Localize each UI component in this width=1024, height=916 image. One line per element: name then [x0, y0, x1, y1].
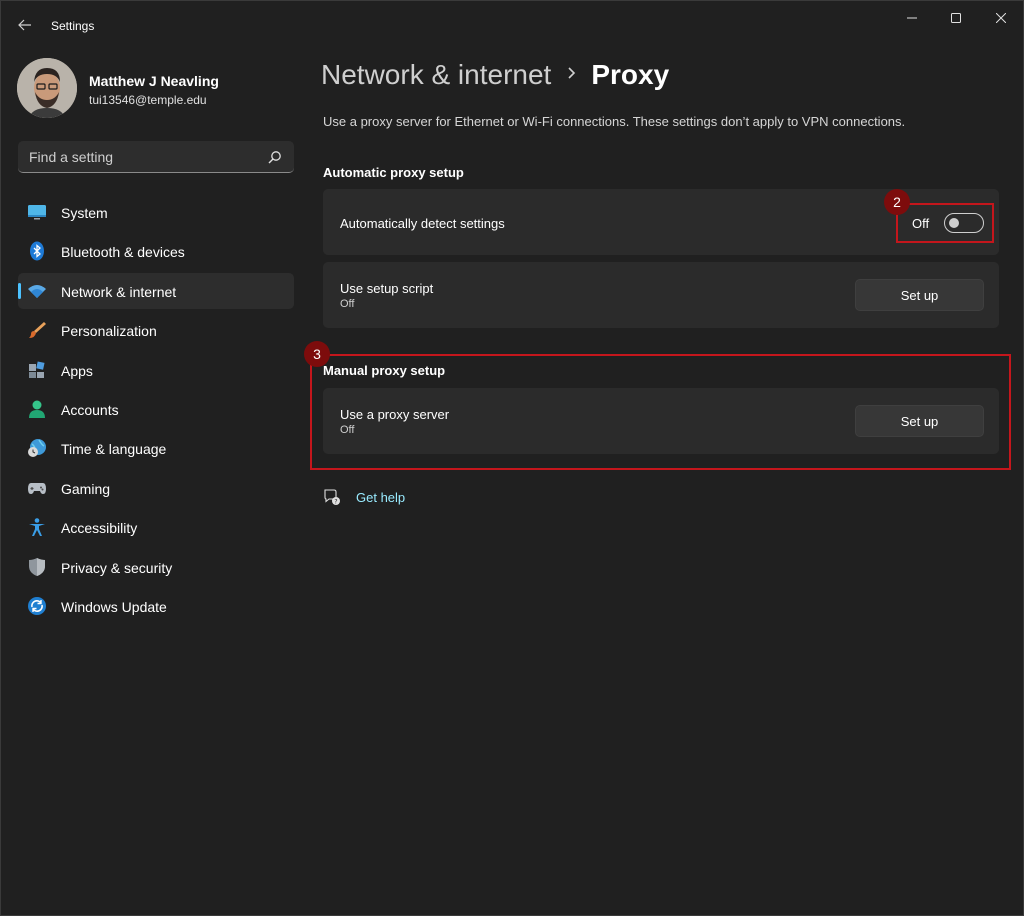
- globe-clock-icon: [28, 439, 46, 458]
- search-input[interactable]: Find a setting: [18, 141, 294, 173]
- sidebar-item-label: Time & language: [61, 441, 167, 458]
- sidebar-item-windows-update[interactable]: Windows Update: [18, 588, 294, 624]
- person-icon: [29, 400, 45, 418]
- annotation-highlight-manual: [310, 354, 1011, 470]
- sidebar-item-label: Windows Update: [61, 598, 167, 615]
- shield-icon: [29, 557, 45, 576]
- sidebar-item-label: Apps: [61, 362, 93, 379]
- search-icon: [268, 151, 281, 164]
- profile-name: Matthew J Neavling: [89, 73, 219, 89]
- sidebar-item-accessibility[interactable]: Accessibility: [18, 509, 294, 545]
- card-title: Use setup script: [340, 281, 434, 296]
- breadcrumb: Network & internet Proxy: [321, 59, 669, 99]
- sidebar-item-privacy[interactable]: Privacy & security: [18, 549, 294, 585]
- selection-indicator: [18, 282, 21, 299]
- annotation-badge-toggle: 2: [884, 189, 910, 215]
- monitor-icon: [28, 205, 46, 220]
- page-title: Proxy: [591, 59, 670, 90]
- card-setup-script: Use setup script Off Set up: [323, 262, 999, 328]
- profile-email: tui13546@temple.edu: [89, 93, 207, 107]
- wifi-icon: [28, 284, 46, 298]
- sidebar-item-bluetooth[interactable]: Bluetooth & devices: [18, 233, 294, 269]
- refresh-icon: [28, 596, 46, 615]
- back-arrow-icon: [18, 19, 31, 31]
- sidebar-item-label: Personalization: [61, 323, 157, 340]
- card-status: Off: [340, 298, 355, 310]
- setup-script-button[interactable]: Set up: [855, 279, 984, 311]
- get-help-link[interactable]: Get help: [356, 490, 405, 505]
- sidebar-item-label: Accounts: [61, 401, 119, 418]
- close-icon: [996, 13, 1006, 23]
- title-bar: Settings: [1, 1, 1023, 49]
- bluetooth-icon: [30, 241, 44, 261]
- app-title: Settings: [51, 19, 95, 33]
- sidebar-item-system[interactable]: System: [18, 194, 294, 230]
- avatar: [17, 58, 77, 118]
- maximize-icon: [951, 13, 961, 23]
- sidebar-nav: System Bluetooth & devices Network & int…: [18, 194, 294, 627]
- page-description: Use a proxy server for Ethernet or Wi-Fi…: [323, 114, 906, 129]
- section-title-automatic: Automatic proxy setup: [323, 165, 464, 180]
- minimize-button[interactable]: [889, 1, 935, 35]
- sidebar-item-network[interactable]: Network & internet: [18, 272, 294, 309]
- sidebar-item-label: Gaming: [61, 480, 111, 497]
- back-button[interactable]: [13, 13, 37, 37]
- annotation-highlight-toggle: [896, 203, 994, 243]
- chevron-right-icon: [567, 63, 577, 86]
- sidebar-item-gaming[interactable]: Gaming: [18, 470, 294, 506]
- close-button[interactable]: [978, 1, 1024, 35]
- sidebar-item-label: Accessibility: [61, 520, 138, 537]
- svg-text:?: ?: [334, 498, 337, 505]
- sidebar-item-time-language[interactable]: Time & language: [18, 430, 294, 466]
- breadcrumb-parent[interactable]: Network & internet: [321, 59, 551, 90]
- annotation-badge-manual: 3: [304, 341, 330, 367]
- minimize-icon: [907, 17, 917, 19]
- sidebar-item-accounts[interactable]: Accounts: [18, 391, 294, 427]
- maximize-button[interactable]: [933, 1, 979, 35]
- sidebar-item-label: System: [61, 205, 108, 221]
- card-title: Automatically detect settings: [340, 216, 505, 231]
- help-chat-icon: ?: [324, 489, 340, 505]
- gamepad-icon: [28, 482, 46, 494]
- search-placeholder: Find a setting: [29, 149, 114, 165]
- sidebar-item-label: Privacy & security: [61, 559, 173, 576]
- sidebar-item-label: Network & internet: [61, 283, 177, 300]
- user-profile[interactable]: Matthew J Neavling tui13546@temple.edu: [17, 58, 297, 118]
- sidebar-item-label: Bluetooth & devices: [61, 244, 185, 261]
- accessibility-icon: [29, 518, 45, 537]
- apps-icon: [29, 361, 45, 378]
- settings-window: Settings Matthew J Neavling tui13546@tem…: [0, 0, 1024, 916]
- sidebar-item-apps[interactable]: Apps: [18, 352, 294, 388]
- sidebar-item-personalization[interactable]: Personalization: [18, 312, 294, 348]
- paintbrush-icon: [29, 322, 46, 339]
